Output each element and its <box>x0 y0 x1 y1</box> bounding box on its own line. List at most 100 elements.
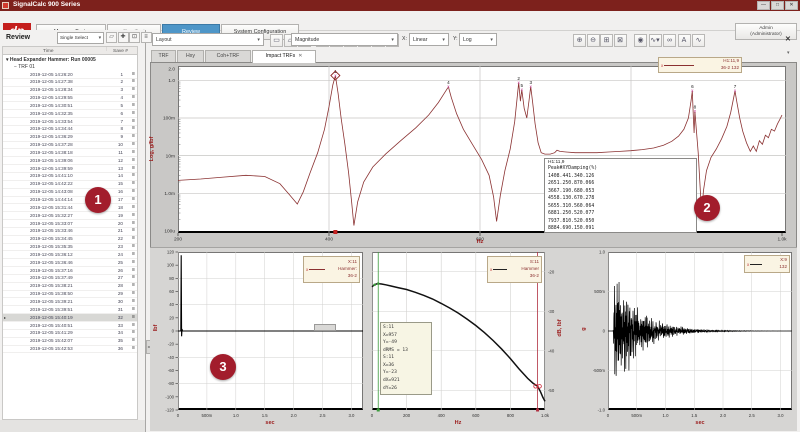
row-menu-icon[interactable]: ≡ <box>132 133 135 139</box>
list-item[interactable]: 2019-12-05 15:39:5131≡ <box>3 306 137 314</box>
list-item[interactable]: 2019-12-05 15:36:4625≡ <box>3 259 137 267</box>
list-item[interactable]: 2019-12-05 14:41:1014≡ <box>3 173 137 181</box>
row-menu-icon[interactable]: ≡ <box>132 274 135 280</box>
row-menu-icon[interactable]: ≡ <box>132 251 135 257</box>
zoom-fit-icon[interactable]: ⊞ <box>600 34 613 47</box>
row-menu-icon[interactable]: ≡ <box>132 306 135 312</box>
row-menu-icon[interactable]: ≡ <box>132 118 135 124</box>
pane-menu-icon[interactable]: ⊡ <box>129 32 140 43</box>
row-menu-icon[interactable]: ≡ <box>132 71 135 77</box>
list-item[interactable]: 2019-12-05 15:34:4522≡ <box>3 236 137 244</box>
minimize-button[interactable]: — <box>757 1 770 10</box>
row-menu-icon[interactable]: ≡ <box>132 220 135 226</box>
row-menu-icon[interactable]: ≡ <box>132 86 135 92</box>
row-menu-icon[interactable]: ≡ <box>132 204 135 210</box>
row-menu-icon[interactable]: ≡ <box>132 243 135 249</box>
text-icon[interactable]: A <box>678 34 691 47</box>
row-menu-icon[interactable]: ≡ <box>132 227 135 233</box>
list-item[interactable]: 2019-12-05 14:29:554≡ <box>3 95 137 103</box>
row-menu-icon[interactable]: ≡ <box>132 149 135 155</box>
list-item[interactable]: 2019-12-05 15:41:2934≡ <box>3 330 137 338</box>
row-menu-icon[interactable]: ≡ <box>132 180 135 186</box>
close-button[interactable]: ✕ <box>785 1 798 10</box>
tree-trf-node[interactable]: − TRF 01 <box>14 64 35 70</box>
row-menu-icon[interactable]: ≡ <box>132 196 135 202</box>
trace-menu-icon[interactable]: ∿▾ <box>649 34 662 47</box>
list-item[interactable]: 2019-12-05 15:37:1626≡ <box>3 267 137 275</box>
list-item[interactable]: 2019-12-05 14:38:1811≡ <box>3 149 137 157</box>
close-pane-icon[interactable]: ✕ <box>785 35 791 43</box>
row-menu-icon[interactable]: ≡ <box>132 157 135 163</box>
waveform-icon[interactable]: ∿ <box>692 34 705 47</box>
row-menu-icon[interactable]: ≡ <box>132 188 135 194</box>
list-item[interactable]: 2019-12-05 14:28:343≡ <box>3 87 137 95</box>
x-scale-dropdown[interactable]: Linear▾ <box>409 33 449 46</box>
list-item[interactable]: 2019-12-05 15:37:4927≡ <box>3 275 137 283</box>
list-item[interactable]: 2019-12-05 15:33:4621≡ <box>3 228 137 236</box>
zoom-out-icon[interactable]: ⊖ <box>587 34 600 47</box>
row-menu-icon[interactable]: ≡ <box>132 345 135 351</box>
list-item[interactable]: 2019-12-05 14:39:0612≡ <box>3 157 137 165</box>
row-menu-icon[interactable]: ≡ <box>132 125 135 131</box>
row-menu-icon[interactable]: ≡ <box>132 282 135 288</box>
list-item[interactable]: 2019-12-05 15:33:0720≡ <box>3 220 137 228</box>
eye-icon[interactable]: ◉ <box>634 34 647 47</box>
row-menu-icon[interactable]: ≡ <box>132 110 135 116</box>
row-menu-icon[interactable]: ≡ <box>132 290 135 296</box>
list-item[interactable]: 2019-12-05 15:39:2130≡ <box>3 298 137 306</box>
column-time[interactable]: Time <box>43 49 53 54</box>
maximize-button[interactable]: □ <box>771 1 784 10</box>
list-item[interactable]: 2019-12-05 14:37:2810≡ <box>3 142 137 150</box>
row-menu-icon[interactable]: ≡ <box>132 235 135 241</box>
list-item[interactable]: 2019-12-05 14:44:1417≡ <box>3 197 137 205</box>
link-icon[interactable]: ∞ <box>663 34 676 47</box>
row-menu-icon[interactable]: ≡ <box>132 102 135 108</box>
row-menu-icon[interactable]: ≡ <box>132 329 135 335</box>
list-item[interactable]: 2019-12-05 14:27:382≡ <box>3 79 137 87</box>
row-menu-icon[interactable]: ≡ <box>132 78 135 84</box>
row-menu-icon[interactable]: ≡ <box>132 337 135 343</box>
row-menu-icon[interactable]: ≡ <box>132 94 135 100</box>
graph-tab-hxy[interactable]: Hxy <box>177 50 204 62</box>
list-item[interactable]: 2019-12-05 14:30:515≡ <box>3 102 137 110</box>
display-function-dropdown[interactable]: Magnitude▾ <box>291 33 398 46</box>
list-item[interactable]: 2019-12-05 15:32:2719≡ <box>3 212 137 220</box>
list-item[interactable]: 2019-12-05 14:33:547≡ <box>3 118 137 126</box>
list-item[interactable]: 2019-12-05 14:43:0816≡ <box>3 189 137 197</box>
select-mode-dropdown[interactable]: Single Select▾ <box>57 32 104 44</box>
row-menu-icon[interactable]: ≡ <box>132 298 135 304</box>
graph-tab-trf[interactable]: TRF <box>151 50 176 62</box>
zoom-in-icon[interactable]: ⊕ <box>573 34 586 47</box>
list-item[interactable]: 2019-12-05 15:40:5133≡ <box>3 322 137 330</box>
y-scale-dropdown[interactable]: Log▾ <box>459 33 497 46</box>
tab-close-icon[interactable]: ✕ <box>298 53 302 59</box>
column-save[interactable]: Save # <box>113 49 128 54</box>
zoom-box-icon[interactable]: ⊠ <box>614 34 627 47</box>
row-menu-icon[interactable]: ≡ <box>132 314 135 320</box>
list-item[interactable]: 2019-12-05 15:42:0735≡ <box>3 338 137 346</box>
open-folder-icon[interactable]: ▱ <box>106 32 117 43</box>
list-item[interactable]: 2019-12-05 15:36:1224≡ <box>3 251 137 259</box>
list-item[interactable]: 2019-12-05 15:38:2128≡ <box>3 283 137 291</box>
list-item[interactable]: ▸2019-12-05 15:40:1932≡ <box>3 314 137 322</box>
list-item[interactable]: 2019-12-05 15:31:4418≡ <box>3 204 137 212</box>
row-menu-icon[interactable]: ≡ <box>132 212 135 218</box>
cursor-grab-box[interactable] <box>314 324 336 331</box>
row-menu-icon[interactable]: ≡ <box>132 322 135 328</box>
add-icon[interactable]: ✚ <box>118 32 129 43</box>
collapse-carat-icon[interactable]: ▾ <box>787 50 790 56</box>
row-menu-icon[interactable]: ≡ <box>132 172 135 178</box>
tree-run-node[interactable]: ▾ Head Expander Hammer: Run 00005 <box>6 57 96 63</box>
list-item[interactable]: 2019-12-05 14:26:201≡ <box>3 71 137 79</box>
list-item[interactable]: 2019-12-05 15:42:5336≡ <box>3 346 137 354</box>
new-layout-icon[interactable]: ▭ <box>270 34 283 47</box>
response-time-plot-area[interactable] <box>608 252 792 410</box>
list-item[interactable]: 2019-12-05 14:36:299≡ <box>3 134 137 142</box>
list-item[interactable]: 2019-12-05 15:35:3523≡ <box>3 244 137 252</box>
list-item[interactable]: 2019-12-05 14:42:2215≡ <box>3 181 137 189</box>
layout-dropdown[interactable]: Layout▾ <box>152 33 264 46</box>
graph-tab-coh-trf[interactable]: Coh+TRF <box>205 50 251 62</box>
row-menu-icon[interactable]: ≡ <box>132 267 135 273</box>
list-item[interactable]: 2019-12-05 15:38:5029≡ <box>3 291 137 299</box>
row-menu-icon[interactable]: ≡ <box>132 141 135 147</box>
